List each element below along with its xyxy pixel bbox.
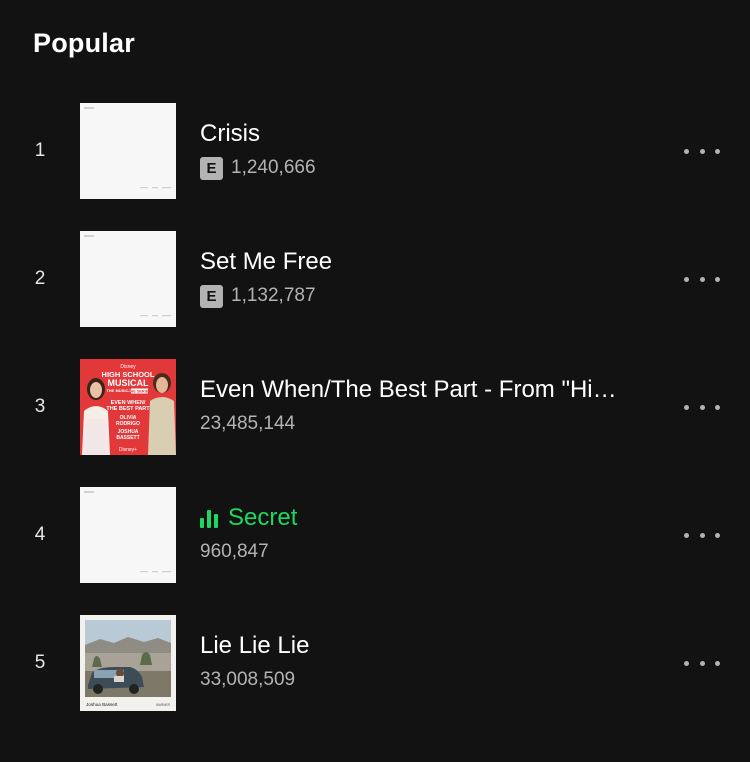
more-dot (684, 660, 689, 666)
track-rank: 2 (34, 268, 46, 289)
track-title-playing[interactable]: Secret (200, 503, 660, 533)
track-row[interactable]: 5 Joshua Bassett WARNER Lie Lie Lie 33,0… (0, 615, 750, 711)
play-count: 33,008,509 (200, 669, 296, 690)
track-title[interactable]: Set Me Free (200, 247, 660, 277)
more-dot (684, 148, 689, 154)
more-dot (715, 276, 720, 282)
hsm-artist2: RODRIGO (116, 421, 140, 427)
album-cover-hsm: Disney HIGH SCHOOL MUSICAL THE MUSICAL T… (80, 359, 176, 455)
cover-artist-text: Joshua Bassett (86, 702, 118, 707)
track-title[interactable]: Lie Lie Lie (200, 631, 660, 661)
play-count: 23,485,144 (200, 413, 296, 434)
hsm-song2: THE BEST PART (106, 406, 150, 412)
hsm-footer: Disney+ (119, 447, 137, 453)
play-count: 960,847 (200, 541, 269, 562)
track-title: Secret (228, 504, 298, 531)
track-row[interactable]: 1 Crisis E 1,240,666 (0, 103, 750, 199)
more-dot (684, 276, 689, 282)
track-title[interactable]: Crisis (200, 119, 660, 149)
track-row[interactable]: 3 Disney HIGH SCHOOL MUSICAL THE MUSICAL… (0, 359, 750, 455)
track-row[interactable]: 2 Set Me Free E 1,132,787 (0, 231, 750, 327)
more-dot (715, 404, 720, 410)
explicit-badge: E (200, 284, 223, 308)
more-dot (684, 404, 689, 410)
track-rank: 3 (34, 396, 46, 417)
more-dot (699, 148, 705, 154)
more-dot (699, 404, 705, 410)
hsm-artist4: BASSETT (116, 435, 139, 441)
track-rank: 4 (34, 524, 46, 545)
track-row-playing[interactable]: 4 Secret 960,847 (0, 487, 750, 583)
album-cover-car-photo: Joshua Bassett WARNER (80, 615, 176, 711)
more-dot (699, 660, 705, 666)
track-title[interactable]: Even When/The Best Part - From "Hi… (200, 375, 660, 405)
track-rank: 5 (34, 652, 46, 673)
album-cover-white (80, 103, 176, 199)
more-dot (684, 532, 689, 538)
track-rank: 1 (34, 140, 46, 161)
section-title: Popular (33, 28, 135, 58)
more-dot (699, 276, 705, 282)
explicit-badge: E (200, 156, 223, 180)
play-count: 1,240,666 (231, 157, 316, 178)
more-dot (715, 148, 720, 154)
more-dot (699, 532, 705, 538)
more-options-button[interactable] (684, 487, 720, 583)
now-playing-equalizer-icon (200, 508, 218, 528)
hsm-line4: THE SERIES (128, 390, 151, 394)
play-count: 1,132,787 (231, 285, 316, 306)
more-dot (715, 660, 720, 666)
more-dot (715, 532, 720, 538)
cover-label-text: WARNER (156, 703, 171, 707)
more-options-button[interactable] (684, 231, 720, 327)
album-cover-white (80, 231, 176, 327)
album-cover-white (80, 487, 176, 583)
more-options-button[interactable] (684, 359, 720, 455)
hsm-line2: MUSICAL (108, 378, 149, 388)
more-options-button[interactable] (684, 615, 720, 711)
more-options-button[interactable] (684, 103, 720, 199)
